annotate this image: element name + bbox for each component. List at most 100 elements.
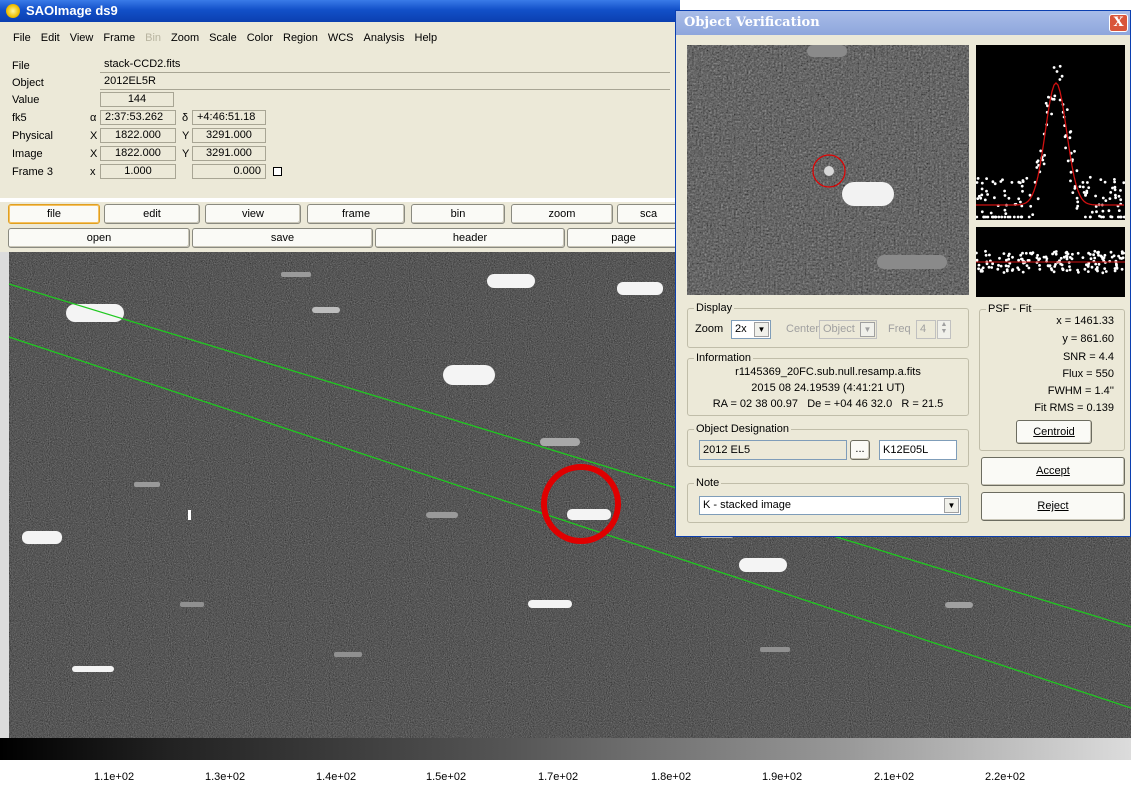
designation-group: Object Designation 2012 EL5 ... K12E05L: [687, 423, 969, 467]
physical-x-symbol: X: [90, 130, 98, 142]
ov-stamp-image[interactable]: [687, 45, 969, 295]
psf-x: x = 1461.33: [1056, 315, 1114, 327]
canvas-left-edge: [0, 252, 9, 738]
info-coords: RA = 02 38 00.97 De = +04 46 32.0 R = 21…: [712, 398, 944, 410]
accept-button[interactable]: Accept: [981, 457, 1125, 486]
button-page[interactable]: page: [567, 228, 680, 248]
reject-button[interactable]: Reject: [981, 492, 1125, 521]
information-group-title: Information: [694, 352, 754, 364]
accept-label: Accept: [1036, 465, 1070, 477]
colorbar-tick: 1.7e+02: [538, 771, 579, 783]
physical-y-value: 3291.000: [192, 128, 266, 143]
image-y-value: 3291.000: [192, 146, 266, 161]
button-bar-secondary: open save header page: [0, 226, 680, 252]
designation-browse-button[interactable]: ...: [850, 440, 870, 460]
frame-zoom-value: 1.000: [100, 164, 176, 179]
psf-fit-plot: [976, 45, 1125, 220]
colorbar-tick: 2.1e+02: [874, 771, 915, 783]
button-header[interactable]: header: [375, 228, 565, 248]
psf-y: y = 861.60: [1062, 333, 1114, 345]
button-open[interactable]: open: [8, 228, 190, 248]
chevron-down-icon[interactable]: ▼: [944, 498, 959, 513]
info-row-fk5: fk5 α 2:37:53.262 δ +4:46:51.18: [0, 110, 680, 126]
psf-residual-plot: [976, 227, 1125, 297]
stamp-faint-trail: [877, 255, 947, 269]
designation-code-value: K12E05L: [883, 444, 929, 456]
colorbar-tick: 1.5e+02: [426, 771, 467, 783]
menu-help[interactable]: Help: [410, 32, 443, 44]
menu-file[interactable]: File: [8, 32, 36, 44]
menu-color[interactable]: Color: [242, 32, 278, 44]
menu-region[interactable]: Region: [278, 32, 323, 44]
colorbar-tick: 2.2e+02: [985, 771, 1026, 783]
info-filename: r1145369_20FC.sub.null.resamp.a.fits: [735, 366, 921, 378]
zoom-select-value: 2x: [735, 323, 747, 335]
note-group-title: Note: [694, 477, 722, 489]
psf-scatter-points: [976, 64, 1125, 219]
button-save[interactable]: save: [192, 228, 373, 248]
close-icon[interactable]: X: [1109, 14, 1128, 32]
pixel-value: 144: [100, 92, 174, 107]
stamp-star: [842, 182, 894, 206]
button-bin[interactable]: bin: [411, 204, 505, 224]
menu-view[interactable]: View: [65, 32, 99, 44]
ds9-title: SAOImage ds9: [26, 3, 118, 18]
psf-fit-rms: Fit RMS = 0.139: [1034, 402, 1114, 414]
chevron-down-icon[interactable]: ▼: [860, 322, 875, 337]
center-select[interactable]: Object ▼: [819, 320, 877, 339]
menu-scale[interactable]: Scale: [204, 32, 242, 44]
info-date: 2015 08 24.19539 (4:41:21 UT): [751, 382, 905, 394]
ov-titlebar[interactable]: Object Verification X: [676, 11, 1130, 35]
colorbar-tick: 1.9e+02: [762, 771, 803, 783]
button-bar-primary: file edit view frame bin zoom sca: [0, 202, 680, 226]
info-row-object: Object 2012EL5R: [0, 75, 680, 91]
psf-residual-svg: [976, 249, 1125, 275]
menu-bin[interactable]: Bin: [140, 32, 166, 44]
frame-checkbox[interactable]: [273, 167, 282, 176]
chevron-down-icon[interactable]: ▼: [754, 322, 769, 337]
display-group-title: Display: [694, 302, 735, 314]
stamp-faint-star: [807, 45, 847, 57]
psf-fit-group-title: PSF - Fit: [986, 303, 1034, 315]
alpha-value: 2:37:53.262: [100, 110, 176, 125]
button-frame[interactable]: frame: [307, 204, 405, 224]
colorbar-tick: 1.1e+02: [94, 771, 135, 783]
button-sca[interactable]: sca: [617, 204, 680, 224]
freq-input[interactable]: 4: [916, 320, 936, 339]
ds9-titlebar[interactable]: SAOImage ds9: [0, 0, 680, 22]
delta-value: +4:46:51.18: [192, 110, 266, 125]
freq-label: Freq: [888, 323, 911, 335]
physical-x-value: 1822.000: [100, 128, 176, 143]
menu-wcs[interactable]: WCS: [323, 32, 359, 44]
button-view[interactable]: view: [205, 204, 301, 224]
note-select[interactable]: K - stacked image ▼: [699, 496, 961, 515]
zoom-select[interactable]: 2x ▼: [731, 320, 771, 339]
stamp-target: [824, 166, 834, 176]
image-label: Image: [12, 148, 43, 160]
psf-fit-svg: [976, 64, 1125, 219]
colorbar[interactable]: [0, 738, 1131, 760]
alpha-symbol: α: [90, 112, 97, 124]
menu-edit[interactable]: Edit: [36, 32, 65, 44]
menu-zoom[interactable]: Zoom: [166, 32, 204, 44]
center-select-value: Object: [823, 323, 855, 335]
designation-input[interactable]: 2012 EL5: [699, 440, 847, 460]
button-file[interactable]: file: [8, 204, 100, 224]
object-verification-dialog: Object Verification X Display Zoom 2x ▼ …: [675, 10, 1131, 537]
ds9-app-icon: [6, 4, 20, 18]
centroid-label: Centroid: [1033, 426, 1075, 438]
button-zoom[interactable]: zoom: [511, 204, 613, 224]
button-edit[interactable]: edit: [104, 204, 200, 224]
value-label: Value: [12, 94, 40, 106]
menu-analysis[interactable]: Analysis: [359, 32, 410, 44]
centroid-button[interactable]: Centroid: [1016, 420, 1092, 444]
center-label: Center: [786, 323, 820, 335]
info-row-value: Value 144: [0, 92, 680, 108]
designation-code-input[interactable]: K12E05L: [879, 440, 957, 460]
physical-y-symbol: Y: [182, 130, 190, 142]
file-value: stack-CCD2.fits: [100, 58, 670, 73]
freq-spinner[interactable]: ▲ ▼: [937, 320, 951, 339]
psf-snr: SNR = 4.4: [1062, 351, 1114, 363]
menu-frame[interactable]: Frame: [98, 32, 140, 44]
info-row-image: Image X 1822.000 Y 3291.000: [0, 146, 680, 162]
